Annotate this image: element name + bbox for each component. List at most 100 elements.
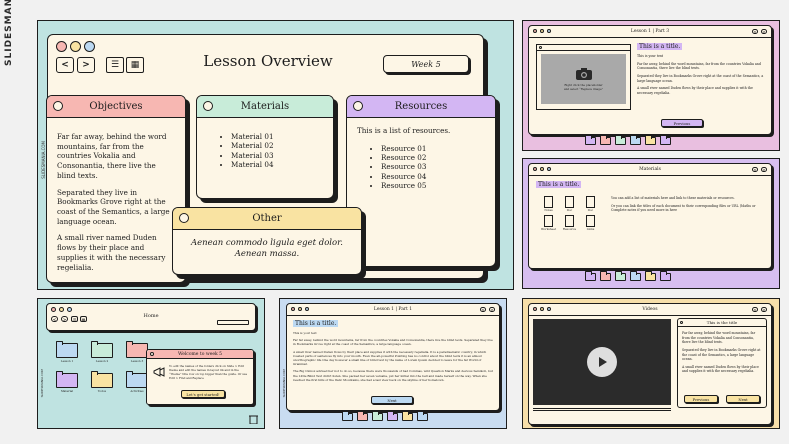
folder-icon[interactable] — [357, 411, 368, 421]
doc-tile[interactable]: Resource — [562, 215, 577, 231]
objectives-text-1: Far far away, behind the word mountains,… — [57, 132, 167, 180]
thumb4-p2: Far far away, behind the word mountains,… — [293, 338, 493, 347]
objectives-card: Objectives Far far away, behind the word… — [46, 95, 186, 283]
welcome-title: Welcome to week 5 — [177, 352, 223, 357]
folder-label: Todos — [97, 389, 107, 393]
folder-tile[interactable]: Todos — [91, 369, 113, 393]
doc-tile[interactable]: Doc — [562, 196, 577, 212]
forward-button[interactable]: > — [761, 29, 767, 34]
main-slide[interactable]: SLIDESMANIA.COM < > ☰ ▦ Lesson Overview … — [37, 20, 514, 290]
doc-tile[interactable]: Worksheet — [541, 215, 556, 231]
materials-dot-icon[interactable] — [203, 101, 213, 111]
resource-item[interactable]: Resource 05 — [381, 181, 485, 190]
dot-icon — [150, 352, 154, 356]
material-item[interactable]: Material 02 — [231, 141, 323, 150]
folder-icon[interactable] — [372, 411, 383, 421]
resources-dot-icon[interactable] — [353, 101, 363, 111]
image-placeholder[interactable]: Right click the placeholder and select “… — [541, 54, 626, 104]
slide-thumb-lesson-part1[interactable]: SLIDESMANIA.COM Lesson 1 | Part 1 < > Thi… — [279, 298, 507, 429]
thumb4-heading: This is a title. — [293, 320, 339, 327]
material-item[interactable]: Material 04 — [231, 160, 323, 169]
resource-item[interactable]: Resource 04 — [381, 172, 485, 181]
slide-thumb-home[interactable]: SLIDESMANIA.COM < > ☰ ▦ Home Lesson 1 Less… — [37, 298, 265, 429]
forward-button[interactable]: > — [761, 307, 767, 312]
thumb2-p1: You can add a list of materials here and… — [611, 196, 735, 200]
trash-icon[interactable] — [249, 414, 258, 424]
resource-item[interactable]: Resource 02 — [381, 153, 485, 162]
thumb3-title: Home — [143, 313, 159, 319]
doc-tile[interactable]: Links — [583, 215, 598, 231]
blue-dot-icon[interactable] — [84, 41, 95, 52]
folder-icon[interactable] — [600, 271, 611, 281]
back-button[interactable]: < — [752, 167, 758, 172]
folder-label: Lesson 3 — [130, 359, 144, 363]
next-button[interactable]: Next — [726, 395, 760, 403]
yellow-dot-icon[interactable] — [70, 41, 81, 52]
list-view-icon[interactable]: ☰ — [106, 57, 124, 73]
search-bar[interactable] — [217, 320, 249, 325]
folder-icon — [126, 371, 148, 388]
previous-button[interactable]: Previous — [661, 119, 703, 127]
doc-label: Resource — [562, 227, 577, 231]
welcome-text: To edit the names of the folders click o… — [169, 364, 248, 381]
red-dot-icon[interactable] — [56, 41, 67, 52]
folder-tile[interactable]: Material — [56, 369, 78, 393]
doc-tile[interactable]: Notes — [541, 196, 556, 212]
folder-icon[interactable] — [387, 411, 398, 421]
folder-grid: Lesson 1 Lesson 2 Lesson 3 Material Todo… — [56, 339, 156, 393]
folder-icon[interactable] — [585, 271, 596, 281]
folder-label: Lesson 1 — [60, 359, 74, 363]
grid-view-icon[interactable]: ▦ — [126, 57, 144, 73]
doc-label: Doc — [566, 208, 573, 212]
material-item[interactable]: Material 01 — [231, 132, 323, 141]
video-timeline[interactable] — [533, 408, 671, 411]
folder-icon[interactable] — [342, 411, 353, 421]
resource-item[interactable]: Resource 03 — [381, 162, 485, 171]
doc-tile[interactable]: Doc — [583, 196, 598, 212]
video-player[interactable] — [533, 319, 671, 405]
folder-icon[interactable] — [630, 135, 641, 145]
folder-icon[interactable] — [660, 271, 671, 281]
slide-thumb-materials[interactable]: Materials < > This is a title. Notes Doc … — [522, 158, 780, 289]
folder-icon[interactable] — [600, 135, 611, 145]
thumb2-window: Materials < > This is a title. Notes Doc … — [528, 163, 772, 269]
forward-button[interactable]: > — [489, 307, 495, 312]
brand-logo: SLIDESMANIA — [4, 0, 14, 66]
folder-icon[interactable] — [615, 135, 626, 145]
other-dot-icon[interactable] — [179, 213, 189, 223]
play-button[interactable] — [587, 347, 617, 377]
forward-button[interactable]: > — [761, 167, 767, 172]
back-button[interactable]: < — [752, 307, 758, 312]
forward-button[interactable]: > — [77, 57, 95, 73]
get-started-button[interactable]: Let's get started! — [181, 390, 225, 398]
back-button[interactable]: < — [56, 57, 74, 73]
resources-title: Resources — [394, 101, 448, 112]
folder-icon[interactable] — [585, 135, 596, 145]
thumb4-p3: A small river named Duden flows by their… — [293, 349, 487, 367]
folder-icon[interactable] — [645, 271, 656, 281]
back-button[interactable]: < — [480, 307, 486, 312]
folder-tile[interactable]: Lesson 1 — [56, 339, 78, 363]
back-button[interactable]: < — [752, 29, 758, 34]
folder-icon[interactable] — [660, 135, 671, 145]
folder-tile[interactable]: Lesson 3 — [126, 339, 148, 363]
previous-button[interactable]: Previous — [684, 395, 718, 403]
resource-item[interactable]: Resource 01 — [381, 144, 485, 153]
folder-tile[interactable]: Lesson 2 — [91, 339, 113, 363]
objectives-dot-icon[interactable] — [53, 101, 63, 111]
folder-icon[interactable] — [417, 411, 428, 421]
folder-icon[interactable] — [402, 411, 413, 421]
material-item[interactable]: Material 03 — [231, 151, 323, 160]
folder-icon[interactable] — [645, 135, 656, 145]
slide-thumb-lesson-part3[interactable]: Lesson 1 | Part 3 < > Right click the pla… — [522, 20, 780, 151]
document-icon — [544, 215, 553, 227]
play-icon — [599, 357, 607, 367]
next-button[interactable]: Next — [371, 396, 413, 404]
folder-icon[interactable] — [615, 271, 626, 281]
thumb1-p3: Separated they live in Bookmarks Grove r… — [637, 73, 764, 83]
folder-icon[interactable] — [630, 271, 641, 281]
materials-card: Materials Material 01 Material 02 Materi… — [196, 95, 334, 199]
slide-thumb-videos[interactable]: Videos < > This is the title Far far away… — [522, 298, 780, 429]
folder-tile[interactable]: Activities — [126, 369, 148, 393]
thumb2-text: You can add a list of materials here and… — [611, 196, 761, 213]
